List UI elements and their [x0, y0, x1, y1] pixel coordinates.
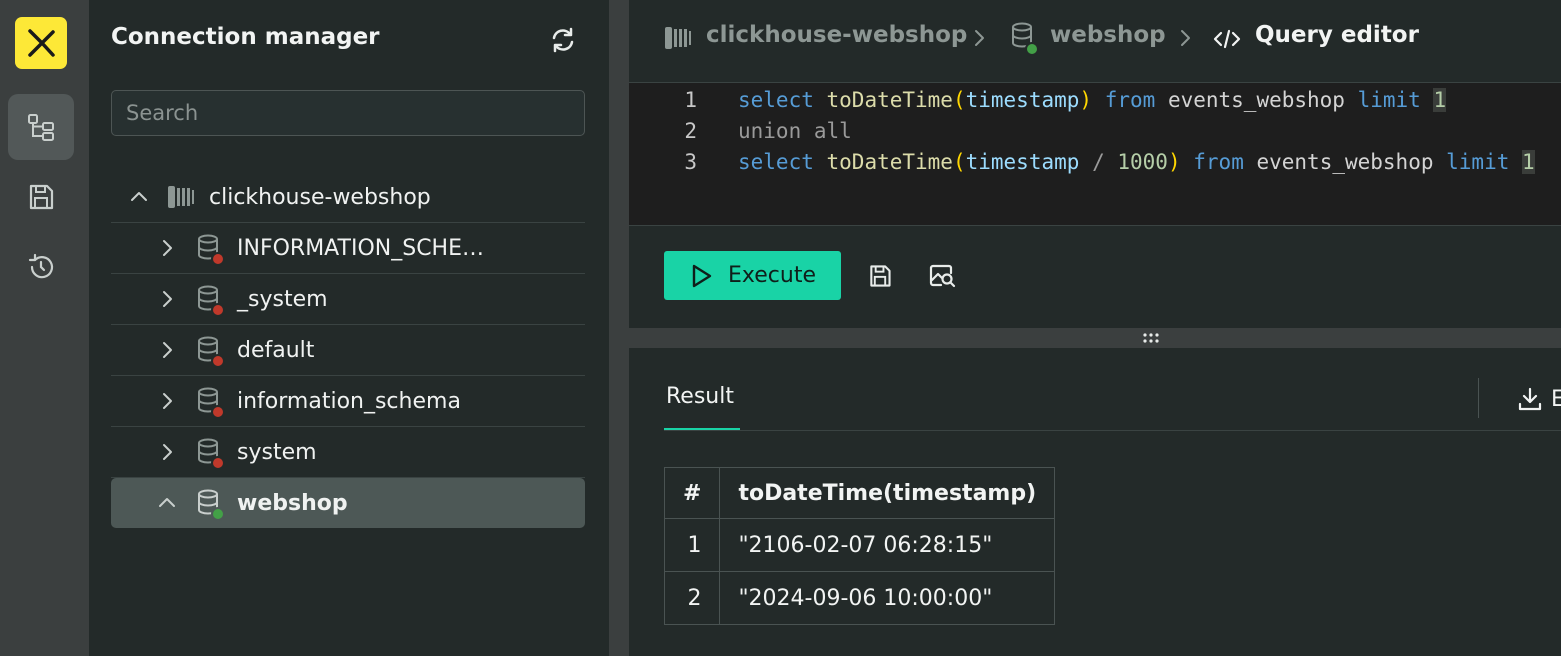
export-label: E: [1551, 386, 1561, 412]
code-line[interactable]: select toDateTime(timestamp / 1000) from…: [738, 150, 1535, 174]
tree-item-database[interactable]: _system: [111, 274, 585, 325]
download-icon: [1518, 387, 1542, 411]
database-icon: [197, 234, 227, 272]
table-cell[interactable]: "2106-02-07 06:28:15": [719, 518, 1056, 572]
database-icon: [197, 387, 227, 425]
rail-history-button[interactable]: [8, 234, 74, 300]
chevron-right-icon[interactable]: [159, 238, 175, 258]
database-label: webshop: [237, 490, 348, 516]
tree-item-database[interactable]: default: [111, 325, 585, 376]
code-line[interactable]: union all: [738, 119, 852, 143]
panel-divider[interactable]: [609, 0, 629, 656]
result-table: # toDateTime(timestamp) 1 "2106-02-07 06…: [663, 467, 1056, 625]
column-header[interactable]: toDateTime(timestamp): [719, 467, 1056, 519]
database-label: _system: [237, 286, 328, 312]
database-icon: [197, 489, 227, 527]
server-icon: [664, 26, 692, 54]
table-row: 1 "2106-02-07 06:28:15": [663, 518, 1056, 572]
column-header[interactable]: #: [663, 467, 721, 519]
tree-item-database[interactable]: INFORMATION_SCHE…: [111, 223, 585, 274]
chevron-right-icon[interactable]: [159, 391, 175, 411]
results-panel: Result E # toDateTime(timestamp) 1 "2106…: [629, 348, 1561, 656]
save-query-button[interactable]: [867, 263, 893, 293]
play-icon: [692, 264, 712, 287]
database-icon: [197, 285, 227, 323]
breadcrumb-connection[interactable]: clickhouse-webshop: [706, 22, 967, 48]
refresh-icon: [552, 27, 574, 53]
table-row: 2 "2024-09-06 10:00:00": [663, 571, 1056, 625]
toolbar-separator: [1478, 378, 1479, 418]
rail-connections-button[interactable]: [8, 94, 74, 160]
sql-editor[interactable]: 1 select toDateTime(timestamp) from even…: [629, 82, 1561, 226]
server-icon: [167, 185, 195, 213]
chevron-up-icon[interactable]: [157, 493, 177, 513]
editor-toolbar: Execute: [629, 224, 1561, 328]
chevron-right-icon[interactable]: [159, 442, 175, 462]
app-logo[interactable]: [15, 17, 67, 69]
image-search-icon: [929, 264, 956, 288]
database-tree-icon: [28, 114, 54, 141]
chevron-right-icon[interactable]: [159, 289, 175, 309]
tab-divider: [664, 430, 1561, 431]
connection-label: clickhouse-webshop: [209, 184, 431, 210]
table-cell[interactable]: 1: [663, 518, 721, 572]
table-cell[interactable]: 2: [663, 571, 721, 625]
connection-manager-panel: Connection manager clic: [89, 0, 609, 656]
code-line[interactable]: select toDateTime(timestamp) from events…: [738, 88, 1447, 112]
tree-item-database[interactable]: information_schema: [111, 376, 585, 427]
save-icon: [870, 265, 891, 287]
execute-button[interactable]: Execute: [664, 251, 841, 300]
chevron-right-icon: [971, 28, 987, 52]
logo-icon: [28, 29, 55, 57]
panel-title: Connection manager: [111, 24, 380, 50]
table-cell[interactable]: "2024-09-06 10:00:00": [719, 571, 1056, 625]
line-number: 1: [684, 88, 697, 112]
database-icon: [197, 336, 227, 374]
line-number: 2: [684, 119, 697, 143]
line-number: 3: [684, 150, 697, 174]
connection-tree: clickhouse-webshop INFORMATION_SCHE… _sy…: [111, 172, 585, 528]
database-label: default: [237, 337, 315, 363]
breadcrumb-page: Query editor: [1255, 22, 1419, 48]
code-icon: [1213, 28, 1241, 54]
history-icon: [28, 253, 54, 279]
search-input[interactable]: [111, 90, 585, 136]
tab-result[interactable]: Result: [666, 384, 734, 409]
database-label: system: [237, 439, 317, 465]
rail-saved-button[interactable]: [8, 164, 74, 230]
execute-label: Execute: [728, 263, 816, 288]
resize-splitter[interactable]: [629, 328, 1561, 348]
tree-item-database-selected[interactable]: webshop: [111, 478, 585, 528]
tree-item-connection[interactable]: clickhouse-webshop: [111, 172, 585, 223]
database-label: information_schema: [237, 388, 461, 414]
export-button[interactable]: E: [1517, 386, 1561, 412]
icon-rail: [0, 0, 89, 656]
breadcrumb-database[interactable]: webshop: [1050, 22, 1166, 48]
breadcrumb: clickhouse-webshop webshop Query editor: [629, 0, 1561, 82]
chevron-up-icon[interactable]: [129, 187, 149, 207]
drag-handle-icon: [1143, 333, 1159, 343]
chevron-right-icon: [1177, 28, 1193, 52]
query-editor-main: clickhouse-webshop webshop Query editor …: [629, 0, 1561, 656]
table-header-row: # toDateTime(timestamp): [663, 467, 1056, 519]
refresh-button[interactable]: [549, 26, 577, 58]
database-icon: [197, 438, 227, 476]
database-icon: [1011, 22, 1041, 60]
database-label: INFORMATION_SCHE…: [237, 235, 484, 261]
save-icon: [29, 184, 54, 210]
chevron-right-icon[interactable]: [159, 340, 175, 360]
tree-item-database[interactable]: system: [111, 427, 585, 478]
explain-query-button[interactable]: [929, 263, 957, 293]
